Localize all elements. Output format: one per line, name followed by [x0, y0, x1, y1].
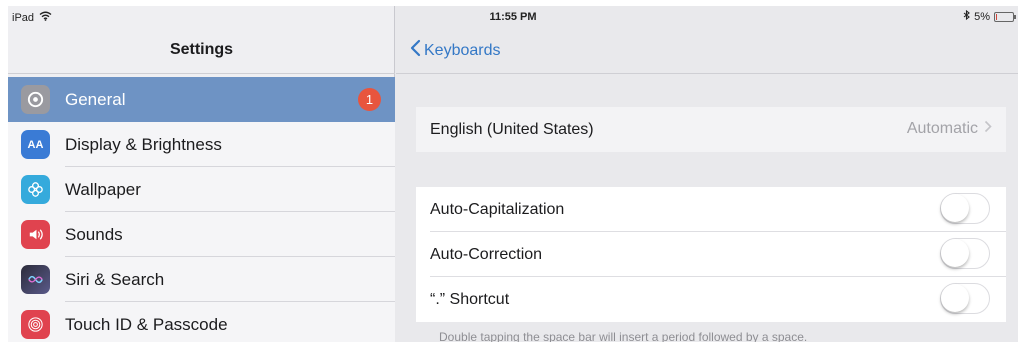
gear-icon — [21, 85, 50, 114]
nav-bar: Keyboards — [396, 28, 1018, 74]
auto-capitalization-row: Auto-Capitalization — [416, 187, 1006, 232]
speaker-icon — [21, 220, 50, 249]
language-value: Automatic — [907, 120, 992, 138]
display-brightness-icon: AA — [21, 130, 50, 159]
sidebar-item-display-brightness[interactable]: AA Display & Brightness — [8, 122, 395, 167]
switch-knob — [941, 239, 969, 267]
fingerprint-icon — [21, 310, 50, 339]
status-bar: 11:55 PM iPad 5% — [8, 6, 1018, 28]
sidebar-item-wallpaper[interactable]: Wallpaper — [8, 167, 395, 212]
siri-icon — [21, 265, 50, 294]
sidebar-item-label: Sounds — [65, 224, 123, 244]
battery-percent: 5% — [974, 11, 990, 23]
status-right: 5% — [963, 9, 1016, 24]
device-label: iPad — [12, 11, 35, 24]
sidebar: Settings General 1 AA Display & Brightne… — [8, 6, 395, 342]
sidebar-item-siri-search[interactable]: Siri & Search — [8, 257, 395, 302]
back-button[interactable]: Keyboards — [410, 39, 501, 62]
toggle-label: Auto-Correction — [430, 245, 543, 263]
status-left: iPad — [12, 11, 52, 24]
chevron-left-icon — [410, 39, 421, 62]
period-shortcut-switch[interactable] — [940, 283, 990, 314]
sidebar-item-label: Wallpaper — [65, 179, 141, 199]
sidebar-item-label: Display & Brightness — [65, 134, 222, 154]
sidebar-item-label: Touch ID & Passcode — [65, 314, 228, 334]
status-time: 11:55 PM — [489, 11, 537, 23]
auto-correction-row: Auto-Correction — [416, 232, 1006, 277]
sidebar-title: Settings — [8, 28, 395, 74]
sidebar-item-general[interactable]: General 1 — [8, 77, 395, 122]
back-label: Keyboards — [424, 41, 501, 59]
toggle-label: Auto-Capitalization — [430, 200, 565, 218]
auto-correction-switch[interactable] — [940, 238, 990, 269]
footnote: Double tapping the space bar will insert… — [439, 330, 808, 342]
auto-capitalization-switch[interactable] — [940, 193, 990, 224]
toggle-label: “.” Shortcut — [430, 290, 510, 308]
switch-knob — [941, 194, 969, 222]
toggles-group: Auto-Capitalization Auto-Correction “.” … — [416, 187, 1006, 322]
detail-pane: Keyboards English (United States) Automa… — [396, 6, 1018, 342]
wifi-icon — [39, 11, 52, 24]
language-label: English (United States) — [430, 120, 594, 138]
language-row[interactable]: English (United States) Automatic — [416, 107, 1006, 152]
bluetooth-icon — [963, 9, 970, 24]
notification-badge: 1 — [358, 88, 381, 111]
sidebar-item-touch-id-passcode[interactable]: Touch ID & Passcode — [8, 302, 395, 342]
wallpaper-icon — [21, 175, 50, 204]
switch-knob — [941, 284, 969, 312]
ipad-screen: Settings General 1 AA Display & Brightne… — [8, 6, 1018, 342]
chevron-right-icon — [984, 120, 992, 138]
battery-level — [996, 14, 997, 20]
sidebar-item-sounds[interactable]: Sounds — [8, 212, 395, 257]
sidebar-item-label: General — [65, 89, 126, 109]
battery-icon — [994, 12, 1016, 22]
period-shortcut-row: “.” Shortcut — [416, 277, 1006, 322]
sidebar-list: General 1 AA Display & Brightness Wallpa… — [8, 77, 395, 342]
language-value-text: Automatic — [906, 120, 978, 137]
sidebar-item-label: Siri & Search — [65, 269, 165, 289]
language-group: English (United States) Automatic — [416, 107, 1006, 152]
